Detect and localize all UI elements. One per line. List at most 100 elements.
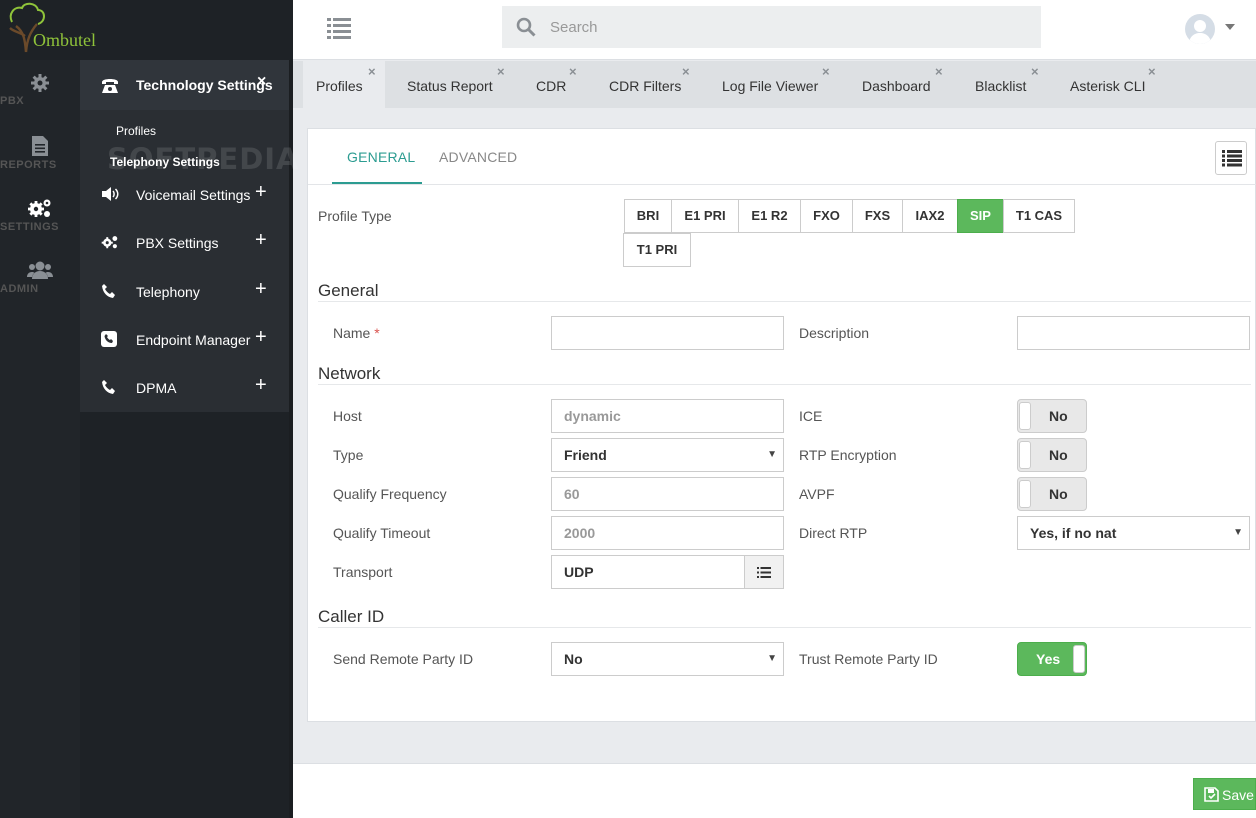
- rail-label: SETTINGS: [0, 221, 60, 233]
- profile-type-e1-r2[interactable]: E1 R2: [738, 199, 801, 233]
- gear-icon: [31, 74, 49, 92]
- avatar[interactable]: [1185, 14, 1215, 44]
- search-input[interactable]: [550, 6, 1030, 48]
- expand-icon[interactable]: +: [255, 374, 267, 397]
- tab-log-file-viewer[interactable]: Log File Viewer ×: [708, 61, 838, 108]
- profile-type-bri[interactable]: BRI: [624, 199, 672, 233]
- rail-item-admin[interactable]: ADMIN: [0, 249, 80, 311]
- subtab-advanced[interactable]: ADVANCED: [439, 149, 517, 165]
- list-icon: [757, 567, 771, 578]
- profile-type-sip[interactable]: SIP: [957, 199, 1004, 233]
- icon-rail: PBX REPORTS SETTINGS ADMIN: [0, 0, 80, 818]
- rail-label: ADMIN: [0, 283, 39, 295]
- tab-strip: Profiles × Status Report × CDR × CDR Fil…: [293, 61, 1256, 108]
- ice-label: ICE: [799, 408, 823, 424]
- speaker-icon: [102, 187, 119, 201]
- section-network-title: Network: [318, 364, 381, 383]
- menu-item-dpma[interactable]: DPMA +: [80, 368, 289, 408]
- tab-asterisk-cli[interactable]: Asterisk CLI ×: [1058, 61, 1168, 108]
- type-select[interactable]: Friend ▼: [551, 438, 784, 472]
- close-icon[interactable]: ×: [497, 64, 505, 79]
- rail-item-settings[interactable]: SETTINGS: [0, 187, 80, 249]
- menu-header-technology-settings[interactable]: Technology Settings ×: [80, 60, 289, 110]
- close-icon[interactable]: ×: [682, 64, 690, 79]
- list-view-button[interactable]: [1215, 141, 1247, 175]
- close-icon[interactable]: ×: [1148, 64, 1156, 79]
- transport-input[interactable]: UDP: [551, 555, 745, 589]
- qualify-frequency-label: Qualify Frequency: [333, 486, 447, 502]
- rtp-encryption-toggle[interactable]: No: [1017, 438, 1087, 472]
- close-icon[interactable]: ×: [368, 64, 376, 79]
- list-menu-icon[interactable]: [327, 17, 351, 39]
- gears-icon: [101, 236, 118, 249]
- menu-item-telephony[interactable]: Telephony +: [80, 272, 289, 312]
- profile-type-fxo[interactable]: FXO: [800, 199, 853, 233]
- tab-blacklist[interactable]: Blacklist ×: [963, 61, 1048, 108]
- direct-rtp-select[interactable]: Yes, if no nat ▼: [1017, 516, 1250, 550]
- send-remote-party-id-label: Send Remote Party ID: [333, 651, 474, 667]
- expand-icon[interactable]: +: [255, 229, 267, 252]
- expand-icon[interactable]: +: [255, 181, 267, 204]
- logo[interactable]: Ombutel: [0, 0, 293, 60]
- rail-item-pbx[interactable]: PBX: [0, 63, 80, 125]
- expand-icon[interactable]: +: [255, 326, 267, 349]
- description-input[interactable]: [1017, 316, 1250, 350]
- chevron-down-icon[interactable]: [1225, 24, 1235, 30]
- tab-label: Status Report: [407, 78, 493, 94]
- list-icon: [1222, 150, 1242, 167]
- profile-type-e1-pri[interactable]: E1 PRI: [671, 199, 739, 233]
- tab-label: CDR: [536, 78, 567, 94]
- caret-down-icon: ▼: [1233, 527, 1243, 538]
- description-label: Description: [799, 325, 870, 341]
- footer-bar: Save: [293, 763, 1256, 818]
- submenu-item-profiles[interactable]: Profiles: [116, 124, 156, 138]
- profile-type-fxs[interactable]: FXS: [852, 199, 903, 233]
- toggle-value: No: [1049, 408, 1068, 424]
- tab-cdr[interactable]: CDR ×: [523, 61, 583, 108]
- trust-remote-party-id-toggle[interactable]: Yes: [1017, 642, 1087, 676]
- ice-toggle[interactable]: No: [1017, 399, 1087, 433]
- close-icon[interactable]: ×: [569, 64, 577, 79]
- menu-item-label: PBX Settings: [136, 235, 219, 251]
- menu-item-pbx-settings[interactable]: PBX Settings +: [80, 223, 289, 263]
- avpf-toggle[interactable]: No: [1017, 477, 1087, 511]
- type-label: Type: [333, 447, 364, 463]
- close-icon[interactable]: ×: [935, 64, 943, 79]
- transport-label: Transport: [333, 564, 393, 580]
- qualify-frequency-input[interactable]: 60: [551, 477, 784, 511]
- toggle-value: No: [1049, 447, 1068, 463]
- profile-type-t1-cas[interactable]: T1 CAS: [1003, 199, 1075, 233]
- qualify-timeout-input[interactable]: 2000: [551, 516, 784, 550]
- document-icon: [32, 136, 48, 156]
- close-icon[interactable]: ×: [257, 73, 266, 91]
- section-general-title: General: [318, 281, 379, 300]
- subtab-general[interactable]: GENERAL: [347, 149, 415, 165]
- profile-form-card: GENERAL ADVANCED Profile Type BRI E1 PRI…: [307, 128, 1256, 722]
- host-input[interactable]: dynamic: [551, 399, 784, 433]
- send-remote-party-id-select[interactable]: No ▼: [551, 642, 784, 676]
- menu-item-label: Endpoint Manager: [136, 332, 251, 348]
- required-mark: *: [374, 325, 380, 341]
- tab-cdr-filters[interactable]: CDR Filters ×: [593, 61, 698, 108]
- tab-status-report[interactable]: Status Report ×: [393, 61, 513, 108]
- rail-item-reports[interactable]: REPORTS: [0, 125, 80, 187]
- close-icon[interactable]: ×: [822, 64, 830, 79]
- save-button[interactable]: Save: [1193, 778, 1256, 810]
- menu-item-voicemail-settings[interactable]: Voicemail Settings +: [80, 175, 289, 215]
- search-icon: [516, 17, 536, 37]
- app-name: Ombutel: [33, 30, 96, 50]
- tab-label: Asterisk CLI: [1070, 78, 1146, 94]
- submenu-item-telephony-settings[interactable]: Telephony Settings: [110, 155, 220, 169]
- top-bar: [293, 0, 1256, 60]
- menu-item-endpoint-manager[interactable]: Endpoint Manager +: [80, 320, 289, 360]
- tab-dashboard[interactable]: Dashboard ×: [848, 61, 948, 108]
- name-input[interactable]: [551, 316, 784, 350]
- profile-type-t1-pri[interactable]: T1 PRI: [623, 233, 691, 267]
- tab-profiles[interactable]: Profiles ×: [303, 61, 385, 108]
- expand-icon[interactable]: +: [255, 278, 267, 301]
- profile-type-iax2[interactable]: IAX2: [902, 199, 958, 233]
- tab-label: Dashboard: [862, 78, 931, 94]
- transport-options-button[interactable]: [744, 555, 784, 589]
- close-icon[interactable]: ×: [1031, 64, 1039, 79]
- menu-item-label: Voicemail Settings: [136, 187, 251, 203]
